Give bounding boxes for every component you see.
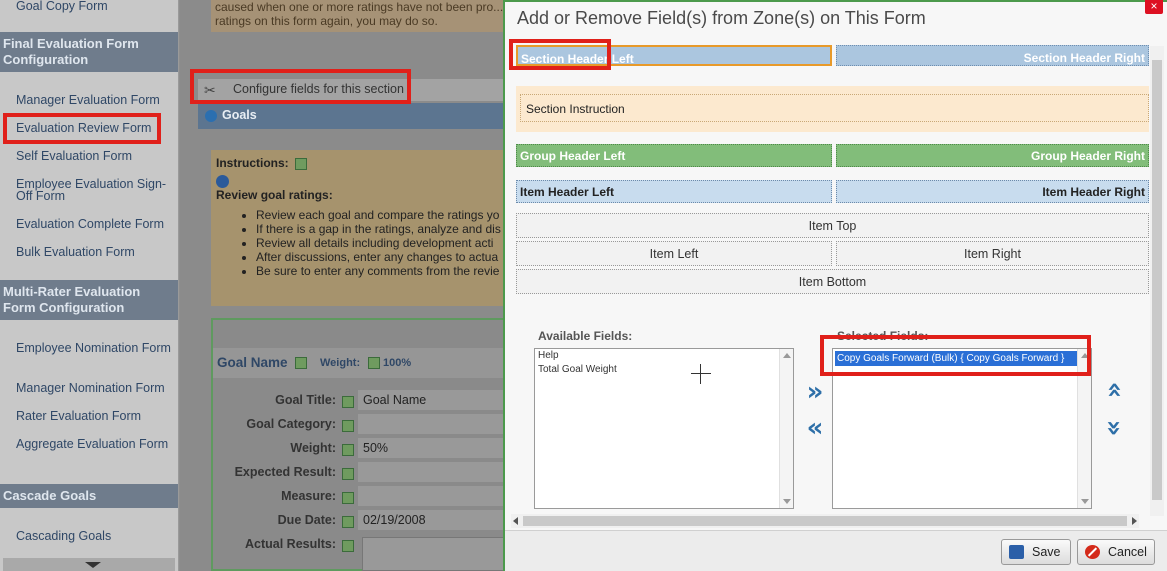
field-label-goal-category: Goal Category: xyxy=(246,417,336,431)
sidebar-item-bulk-evaluation-form[interactable]: Bulk Evaluation Form xyxy=(16,246,176,259)
sidebar-item-manager-nomination-form[interactable]: Manager Nomination Form xyxy=(16,382,176,395)
edit-icon[interactable] xyxy=(342,444,354,456)
floppy-disk-icon xyxy=(1009,545,1024,559)
field-label-measure: Measure: xyxy=(281,489,336,503)
globe-icon xyxy=(216,175,229,188)
highlight-configure-fields xyxy=(190,69,411,104)
goal-name-label: Goal Name xyxy=(217,355,288,370)
field-value-weight: 50% xyxy=(358,438,508,458)
zone-item-right[interactable]: Item Right xyxy=(836,241,1149,266)
zone-item-header-left[interactable]: Item Header Left xyxy=(516,180,832,203)
zone-item-header-right[interactable]: Item Header Right xyxy=(836,180,1149,203)
globe-icon xyxy=(205,110,217,122)
list-item: After discussions, enter any changes to … xyxy=(256,250,506,264)
goal-header: Goal Name Weight: 100% xyxy=(213,348,511,378)
section-title: Goals xyxy=(222,108,257,122)
edit-icon[interactable] xyxy=(368,357,380,369)
field-value-goal-title: Goal Name xyxy=(358,390,508,410)
cancel-icon xyxy=(1085,545,1100,559)
instructions-box: Instructions: Review goal ratings: Revie… xyxy=(211,150,511,306)
zone-group-header-right[interactable]: Group Header Right xyxy=(836,144,1149,167)
section-instruction-label: Section Instruction xyxy=(520,94,1149,122)
zone-item-bottom[interactable]: Item Bottom xyxy=(516,269,1149,294)
sidebar-item-manager-evaluation-form[interactable]: Manager Evaluation Form xyxy=(16,94,176,107)
list-item: Be sure to enter any comments from the r… xyxy=(256,264,506,278)
available-fields-list[interactable]: Help Total Goal Weight xyxy=(534,348,794,509)
edit-icon[interactable] xyxy=(295,357,307,369)
zone-group-header-left[interactable]: Group Header Left xyxy=(516,144,832,167)
available-fields-scrollbar[interactable] xyxy=(779,349,793,508)
vertical-scrollbar[interactable] xyxy=(1150,46,1164,516)
sidebar-item-rater-evaluation-form[interactable]: Rater Evaluation Form xyxy=(16,410,176,423)
sidebar-item-self-evaluation-form[interactable]: Self Evaluation Form xyxy=(16,150,176,163)
field-value-expected-result xyxy=(358,462,508,482)
actual-results-textarea[interactable] xyxy=(362,537,510,571)
edit-icon[interactable] xyxy=(342,420,354,432)
sidebar-scroll-down-button[interactable] xyxy=(3,558,175,571)
move-left-button[interactable]: « xyxy=(801,414,829,442)
field-label-expected-result: Expected Result: xyxy=(234,465,336,479)
move-down-button[interactable]: » xyxy=(1099,414,1129,442)
cancel-label: Cancel xyxy=(1108,545,1147,559)
sidebar-item-employee-nomination-form[interactable]: Employee Nomination Form xyxy=(16,342,176,355)
list-item[interactable]: Help xyxy=(535,349,793,363)
weight-label: Weight: xyxy=(320,357,361,369)
list-item: Review each goal and compare the ratings… xyxy=(256,208,506,222)
configure-fields-dialog: Add or Remove Field(s) from Zone(s) on T… xyxy=(503,0,1167,571)
list-item: Review all details including development… xyxy=(256,236,506,250)
save-button[interactable]: Save xyxy=(1001,539,1071,565)
zone-section-header-right[interactable]: Section Header Right xyxy=(836,45,1149,66)
save-label: Save xyxy=(1032,545,1061,559)
zone-item-top[interactable]: Item Top xyxy=(516,213,1149,238)
field-label-actual-results: Actual Results: xyxy=(245,537,336,551)
sidebar-item-goal-copy-form[interactable]: Goal Copy Form xyxy=(16,0,176,12)
list-item[interactable]: Total Goal Weight xyxy=(535,363,793,377)
sidebar-item-employee-evaluation-sign-off-form[interactable]: Employee Evaluation Sign-Off Form xyxy=(16,178,176,203)
instructions-heading: Review goal ratings: xyxy=(216,188,333,202)
edit-icon[interactable] xyxy=(342,540,354,552)
instructions-label: Instructions: xyxy=(216,156,289,170)
list-item: If there is a gap in the ratings, analyz… xyxy=(256,222,506,236)
crosshair-cursor-icon xyxy=(691,364,711,384)
move-up-button[interactable]: » xyxy=(1099,376,1129,404)
edit-icon[interactable] xyxy=(342,396,354,408)
field-label-due-date: Due Date: xyxy=(277,513,336,527)
highlight-selected-field xyxy=(820,335,1091,376)
edit-icon[interactable] xyxy=(342,468,354,480)
instructions-list: Review each goal and compare the ratings… xyxy=(256,208,506,278)
weight-value: 100% xyxy=(383,357,412,369)
sidebar-item-aggregate-evaluation-form[interactable]: Aggregate Evaluation Form xyxy=(16,438,176,451)
available-fields-label: Available Fields: xyxy=(538,329,633,343)
sidebar: Goal Copy Form Final Evaluation Form Con… xyxy=(0,0,179,571)
close-icon[interactable]: × xyxy=(1145,0,1163,14)
sidebar-group-multi-rater: Multi-Rater Evaluation Form Configuratio… xyxy=(0,280,178,320)
chevron-down-icon xyxy=(85,562,101,568)
cancel-button[interactable]: Cancel xyxy=(1077,539,1155,565)
highlight-evaluation-review-form xyxy=(3,113,161,144)
section-header-goals: Goals xyxy=(198,103,510,129)
edit-icon[interactable] xyxy=(342,492,354,504)
highlight-section-header xyxy=(509,39,611,70)
sidebar-group-final-evaluation: Final Evaluation Form Configuration xyxy=(0,32,178,72)
edit-icon[interactable] xyxy=(342,516,354,528)
field-value-due-date: 02/19/2008 xyxy=(358,510,508,530)
field-value-measure xyxy=(358,486,508,506)
dialog-footer: Save Cancel xyxy=(505,530,1167,571)
sidebar-item-evaluation-complete-form[interactable]: Evaluation Complete Form xyxy=(16,218,176,231)
field-label-goal-title: Goal Title: xyxy=(275,393,336,407)
warning-message: caused when one or more ratings have not… xyxy=(211,0,511,32)
zone-section-instruction[interactable]: Section Instruction xyxy=(516,86,1149,132)
edit-icon[interactable] xyxy=(295,157,308,170)
horizontal-scrollbar[interactable] xyxy=(511,514,1139,528)
dialog-title: Add or Remove Field(s) from Zone(s) on T… xyxy=(517,8,926,28)
field-value-goal-category xyxy=(358,414,508,434)
zone-item-left[interactable]: Item Left xyxy=(516,241,832,266)
move-right-button[interactable]: » xyxy=(801,378,829,406)
sidebar-item-cascading-goals[interactable]: Cascading Goals xyxy=(16,530,176,543)
sidebar-group-cascade-goals: Cascade Goals xyxy=(0,484,178,508)
field-label-weight: Weight: xyxy=(290,441,336,455)
